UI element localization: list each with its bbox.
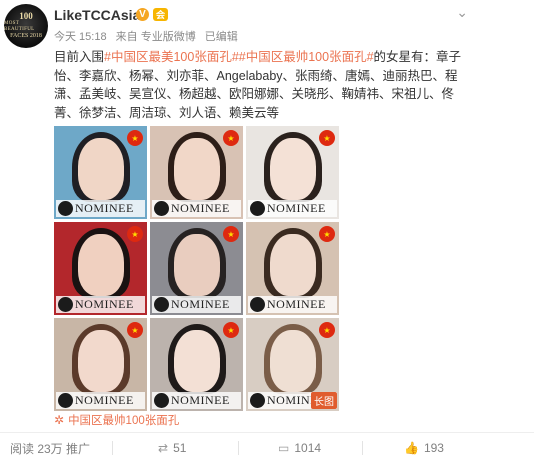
long-image-badge: 长图 — [311, 392, 337, 409]
post-footer: 阅读 23万 推广 ⇄ 51 ▭ 1014 👍 193 — [0, 437, 490, 459]
portrait-face — [269, 330, 316, 392]
nominee-badge: NOMINEE — [248, 200, 337, 217]
nominee-badge: NOMINEE — [248, 296, 337, 313]
portrait-face — [77, 330, 124, 392]
china-flag-icon: ★ — [127, 226, 143, 242]
nominee-label: NOMINEE — [75, 297, 134, 311]
image-grid: ★ NOMINEE ★ NOMINEE ★ NOMINEE ★ NOMINEE … — [54, 126, 339, 411]
footer-separator — [362, 441, 363, 455]
portrait-face — [269, 234, 316, 296]
thumbs-up-icon: 👍 — [404, 441, 419, 455]
seal-icon — [250, 201, 265, 216]
hashtag-most-handsome[interactable]: #中国区最帅100张面孔# — [239, 50, 374, 64]
repost-count: 51 — [173, 441, 187, 455]
avatar-text-3: FACES 2018 — [10, 33, 42, 39]
like-button[interactable]: 👍 193 — [404, 441, 444, 455]
footer-separator — [238, 441, 239, 455]
china-flag-icon: ★ — [223, 226, 239, 242]
image-thumbnail[interactable]: ★ NOMINEE — [54, 318, 147, 411]
image-thumbnail[interactable]: ★ NOMINEE — [54, 126, 147, 219]
read-count-label: 阅读 23万 — [10, 441, 63, 456]
portrait-face — [173, 138, 220, 200]
topic-link[interactable]: ✲ 中国区最帅100张面孔 — [54, 412, 179, 428]
seal-icon — [58, 393, 73, 408]
nominee-label: NOMINEE — [267, 297, 326, 311]
vip-member-icon[interactable]: 会 — [153, 8, 168, 21]
nominee-badge: NOMINEE — [56, 296, 145, 313]
topic-link-label: 中国区最帅100张面孔 — [68, 415, 180, 427]
footer-separator — [112, 441, 113, 455]
nominee-label: NOMINEE — [75, 393, 134, 407]
post-text: 目前入围#中国区最美100张面孔##中国区最帅100张面孔#的女星有：章子怡、李… — [54, 48, 464, 122]
seal-icon — [250, 393, 265, 408]
weibo-post-card: 100 MOST BEAUTIFUL FACES 2018 LikeTCCAsi… — [0, 0, 534, 466]
nominee-badge: NOMINEE — [152, 392, 241, 409]
nominee-label: NOMINEE — [171, 297, 230, 311]
repost-button[interactable]: ⇄ 51 — [158, 441, 186, 455]
seal-icon — [154, 297, 169, 312]
nominee-label: NOMINEE — [171, 201, 230, 215]
comment-button[interactable]: ▭ 1014 — [278, 441, 321, 455]
nominee-label: NOMINEE — [267, 201, 326, 215]
avatar-text-2: MOST BEAUTIFUL — [4, 21, 35, 32]
comment-count: 1014 — [294, 441, 322, 455]
china-flag-icon: ★ — [127, 130, 143, 146]
china-flag-icon: ★ — [223, 322, 239, 338]
image-thumbnail[interactable]: ★ NOMINEE — [246, 126, 339, 219]
post-text-prefix: 目前入围 — [54, 50, 105, 64]
repost-icon: ⇄ — [158, 441, 169, 455]
post-menu-chevron-down-icon[interactable]: ⌄ — [456, 4, 468, 21]
seal-icon — [154, 393, 169, 408]
image-thumbnail[interactable]: ★ NOMINEE — [150, 126, 243, 219]
promote-label: 推广 — [66, 441, 91, 456]
image-thumbnail[interactable]: ★ NOMINEE — [246, 222, 339, 315]
image-thumbnail[interactable]: ★ NOMINEE — [150, 318, 243, 411]
china-flag-icon: ★ — [319, 322, 335, 338]
nominee-badge: NOMINEE — [56, 392, 145, 409]
post-source-link[interactable]: 来自 专业版微博 — [116, 31, 196, 43]
avatar-text-1: 100 — [19, 11, 33, 21]
comment-icon: ▭ — [278, 441, 290, 455]
read-count: 阅读 23万 — [10, 440, 63, 457]
china-flag-icon: ★ — [127, 322, 143, 338]
china-flag-icon: ★ — [319, 226, 335, 242]
topic-spark-icon: ✲ — [54, 413, 65, 427]
portrait-face — [269, 138, 316, 200]
seal-icon — [250, 297, 265, 312]
nominee-badge: NOMINEE — [152, 200, 241, 217]
footer-divider — [0, 432, 534, 433]
like-count: 193 — [423, 441, 444, 455]
image-thumbnail[interactable]: ★ NOMINEE 长图 — [246, 318, 339, 411]
avatar[interactable]: 100 MOST BEAUTIFUL FACES 2018 — [4, 4, 48, 48]
promote-button[interactable]: 推广 — [66, 440, 90, 457]
seal-icon — [154, 201, 169, 216]
china-flag-icon: ★ — [319, 130, 335, 146]
nominee-badge: NOMINEE — [152, 296, 241, 313]
seal-icon — [58, 297, 73, 312]
verified-icon[interactable]: V — [136, 8, 149, 21]
image-thumbnail[interactable]: ★ NOMINEE — [54, 222, 147, 315]
image-thumbnail[interactable]: ★ NOMINEE — [150, 222, 243, 315]
nominee-label: NOMINEE — [171, 393, 230, 407]
username-link[interactable]: LikeTCCAsia — [54, 7, 140, 23]
post-meta: 今天 15:18 来自 专业版微博 已编辑 — [54, 28, 244, 44]
hashtag-most-beautiful[interactable]: #中国区最美100张面孔# — [104, 50, 239, 64]
seal-icon — [58, 201, 73, 216]
portrait-face — [173, 234, 220, 296]
china-flag-icon: ★ — [223, 130, 239, 146]
portrait-face — [173, 330, 220, 392]
nominee-label: NOMINEE — [75, 201, 134, 215]
portrait-face — [77, 138, 124, 200]
nominee-badge: NOMINEE — [56, 200, 145, 217]
post-time-link[interactable]: 今天 15:18 — [54, 31, 107, 43]
edited-label[interactable]: 已编辑 — [205, 31, 238, 43]
portrait-face — [77, 234, 124, 296]
